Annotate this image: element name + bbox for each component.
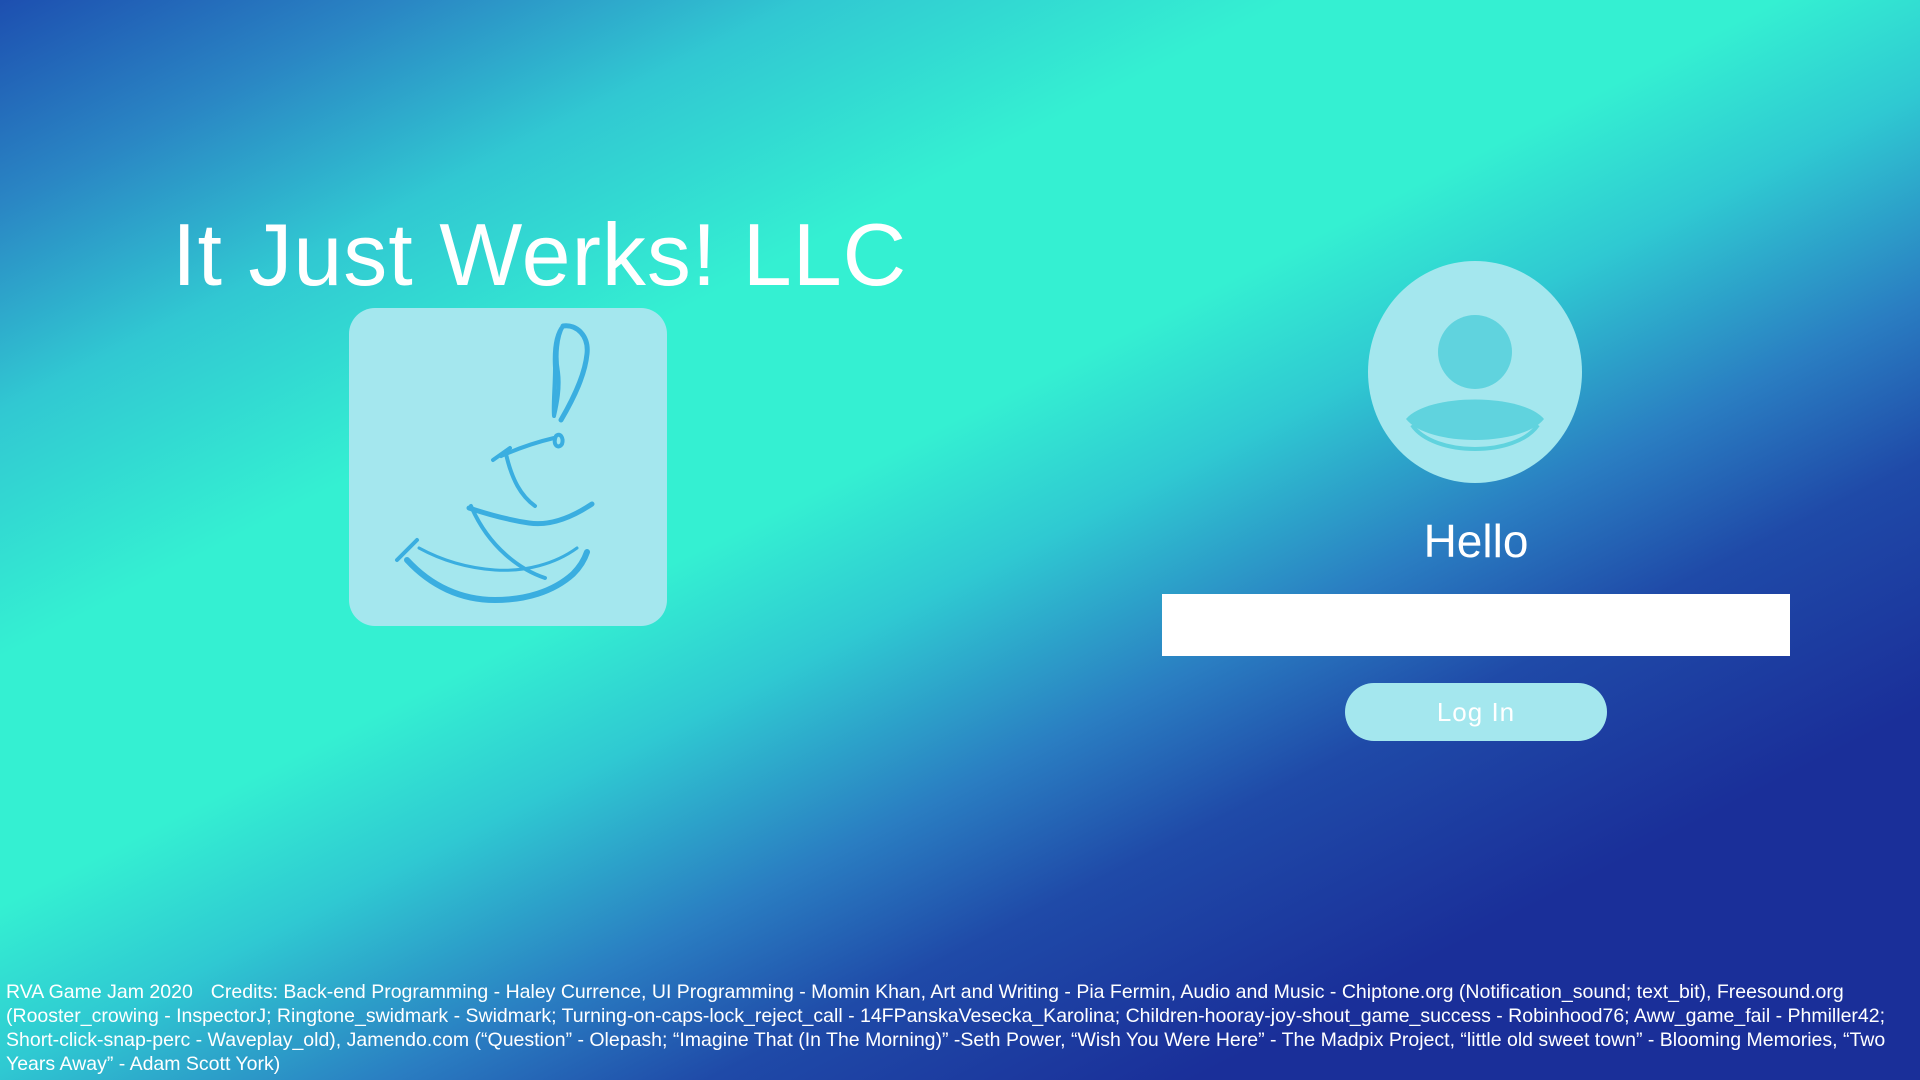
company-logo — [349, 308, 667, 626]
credits-text: Credits: Back-end Programming - Haley Cu… — [6, 981, 1886, 1075]
greeting-text: Hello — [1423, 515, 1529, 567]
login-button[interactable]: Log In — [1345, 683, 1607, 741]
user-avatar — [1368, 261, 1582, 483]
event-name: RVA Game Jam 2020 — [6, 981, 193, 1003]
broom-exclamation-logo-icon — [395, 323, 595, 603]
footer-credits: RVA Game Jam 2020 Credits: Back-end Progr… — [6, 980, 1912, 1076]
username-input[interactable] — [1162, 594, 1790, 656]
company-title: It Just Werks! LLC — [172, 204, 908, 304]
user-avatar-icon — [1406, 315, 1544, 451]
